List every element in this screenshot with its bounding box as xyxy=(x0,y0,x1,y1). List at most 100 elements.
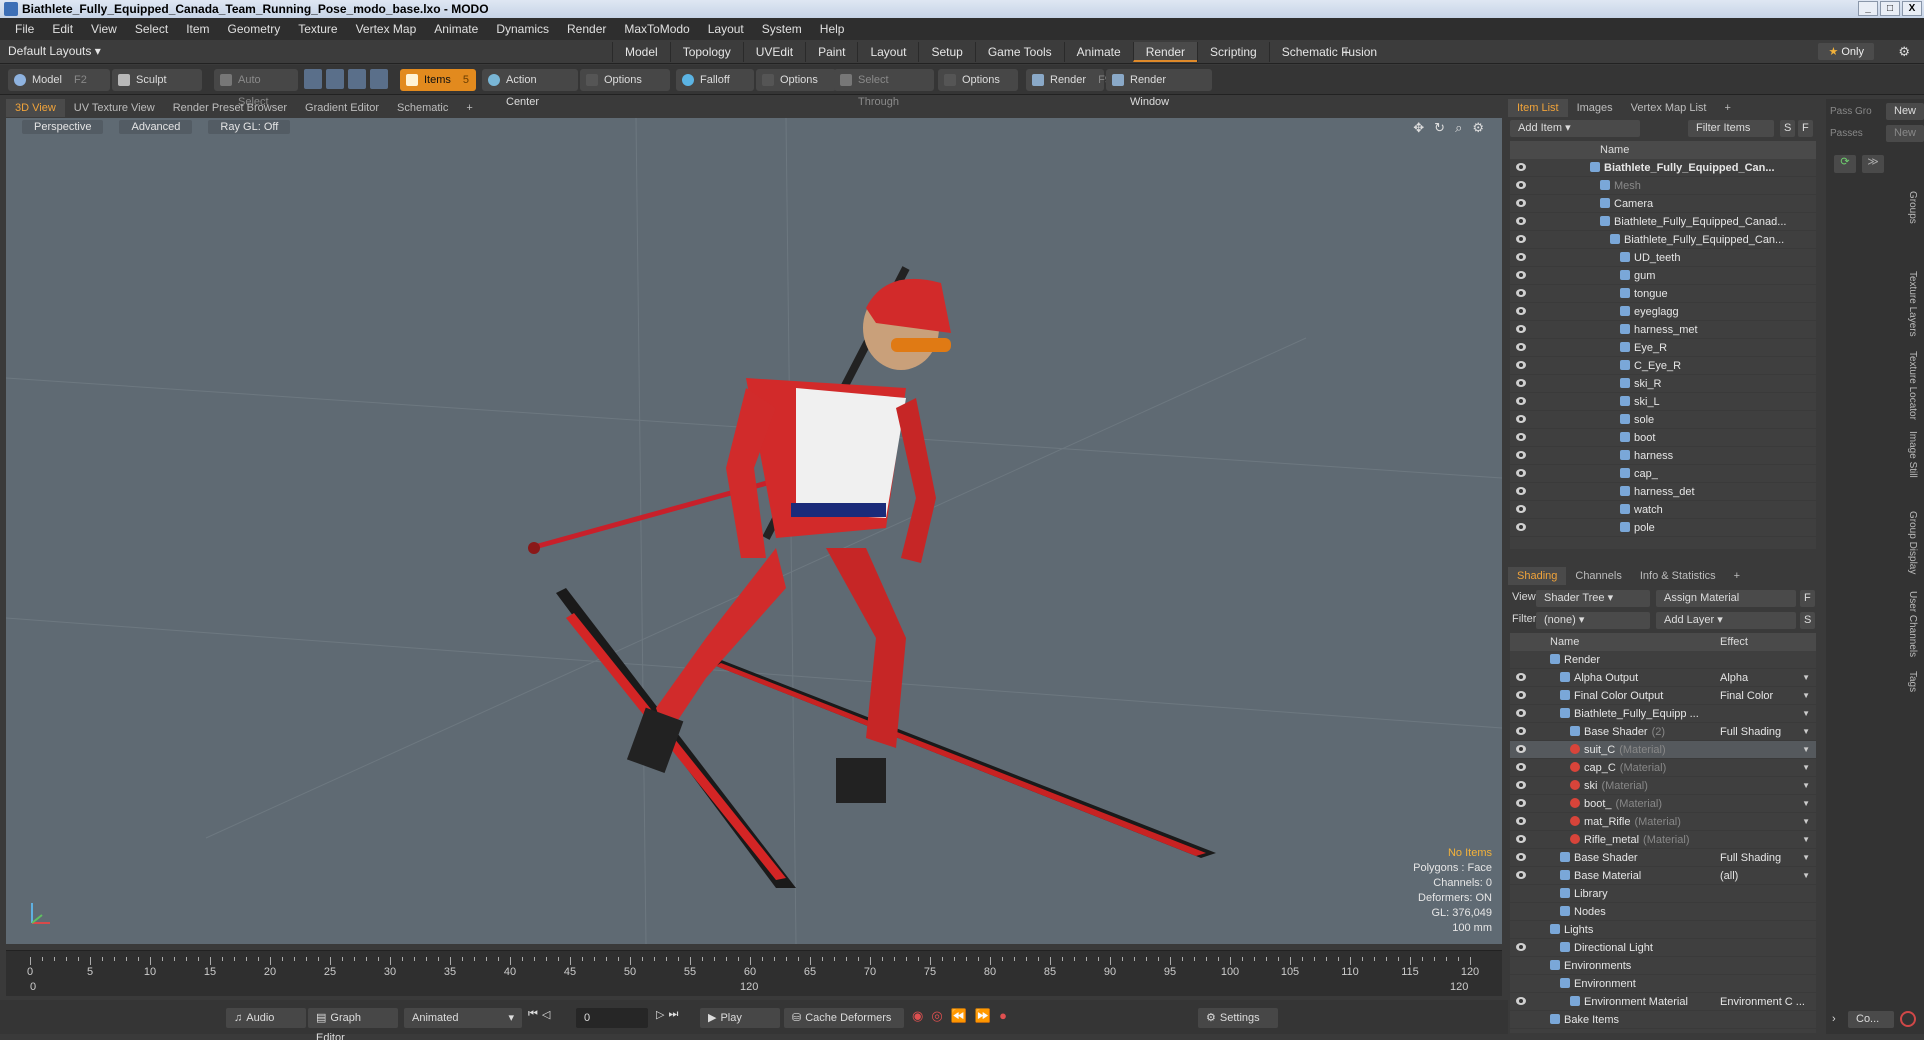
visibility-eye-icon[interactable] xyxy=(1516,781,1526,789)
graph-editor-button[interactable]: ▤ Graph Editor xyxy=(308,1008,398,1040)
item-list[interactable]: Name Biathlete_Fully_Equipped_Can... Mesh… xyxy=(1510,141,1816,549)
shader-row[interactable]: boot_ (Material) ▼ xyxy=(1510,795,1816,813)
side-tab-0[interactable]: Groups xyxy=(1902,191,1918,224)
visibility-eye-icon[interactable] xyxy=(1516,709,1526,717)
viewport-tab-4[interactable]: Schematic xyxy=(388,99,457,117)
new-pass-group-button[interactable]: New xyxy=(1886,103,1924,120)
key-prev-icon[interactable]: ⏪ xyxy=(951,1008,967,1024)
item-panel-tab-0[interactable]: Item List xyxy=(1508,99,1568,117)
shader-row[interactable]: Environment Material Environment C ... xyxy=(1510,993,1816,1011)
visibility-eye-icon[interactable] xyxy=(1516,199,1526,207)
layout-tab-layout[interactable]: Layout xyxy=(857,42,918,62)
menu-maxtomodo[interactable]: MaxToModo xyxy=(615,22,698,36)
layout-tab-scripting[interactable]: Scripting xyxy=(1197,42,1269,62)
shader-row[interactable]: Lights xyxy=(1510,921,1816,939)
item-row[interactable]: watch xyxy=(1510,501,1816,519)
visibility-eye-icon[interactable] xyxy=(1516,691,1526,699)
collapse-chevron-icon[interactable]: › xyxy=(1832,1013,1836,1025)
render-button[interactable]: Render F9 xyxy=(1026,69,1111,91)
animated-dropdown[interactable]: Animated ▾ xyxy=(404,1008,522,1028)
item-row[interactable]: Biathlete_Fully_Equipped_Can... xyxy=(1510,231,1816,249)
visibility-eye-icon[interactable] xyxy=(1516,163,1526,171)
visibility-eye-icon[interactable] xyxy=(1516,487,1526,495)
visibility-eye-icon[interactable] xyxy=(1516,451,1526,459)
audio-button[interactable]: ♫ Audio xyxy=(226,1008,306,1028)
shader-row[interactable]: Biathlete_Fully_Equipp ... ▼ xyxy=(1510,705,1816,723)
visibility-eye-icon[interactable] xyxy=(1516,235,1526,243)
item-row[interactable]: Camera xyxy=(1510,195,1816,213)
effect-dropdown-icon[interactable]: ▼ xyxy=(1802,723,1810,741)
layout-tab-topology[interactable]: Topology xyxy=(669,42,743,62)
layout-tab-model[interactable]: Model xyxy=(612,42,670,62)
menu-texture[interactable]: Texture xyxy=(289,22,346,36)
visibility-eye-icon[interactable] xyxy=(1516,835,1526,843)
menu-item[interactable]: Item xyxy=(177,22,218,36)
menu-animate[interactable]: Animate xyxy=(425,22,487,36)
action-center-options-button[interactable]: Options xyxy=(580,69,670,91)
layout-tab-game-tools[interactable]: Game Tools xyxy=(974,42,1064,62)
assign-material-button[interactable]: Assign Material xyxy=(1656,590,1796,607)
item-row[interactable]: boot xyxy=(1510,429,1816,447)
menu-file[interactable]: File xyxy=(6,22,43,36)
add-item-button[interactable]: Add Item ▾ xyxy=(1510,120,1640,137)
layout-tab-uvedit[interactable]: UVEdit xyxy=(742,42,805,62)
shader-row[interactable]: Base Material (all) ▼ xyxy=(1510,867,1816,885)
shader-row[interactable]: Base Shader Full Shading ▼ xyxy=(1510,849,1816,867)
layout-tab-schematic-fusion[interactable]: Schematic Fusion xyxy=(1268,42,1389,62)
effect-dropdown-icon[interactable]: ▼ xyxy=(1802,777,1810,795)
side-tab-1[interactable]: Texture Layers xyxy=(1902,271,1918,337)
effect-dropdown-icon[interactable]: ▼ xyxy=(1802,669,1810,687)
add-tab-icon[interactable]: + xyxy=(1342,44,1350,60)
visibility-eye-icon[interactable] xyxy=(1516,217,1526,225)
item-row[interactable]: harness xyxy=(1510,447,1816,465)
shading-f-button[interactable]: F xyxy=(1800,590,1815,607)
shading-panel-tab-0[interactable]: Shading xyxy=(1508,567,1567,585)
shader-row[interactable]: Environment xyxy=(1510,975,1816,993)
menu-select[interactable]: Select xyxy=(126,22,177,36)
viewport-tab-2[interactable]: Render Preset Browser xyxy=(164,99,296,117)
menu-edit[interactable]: Edit xyxy=(43,22,82,36)
shading-panel-tab-1[interactable]: Channels xyxy=(1566,567,1630,585)
effect-dropdown-icon[interactable]: ▼ xyxy=(1802,831,1810,849)
action-center-button[interactable]: Action Center xyxy=(482,69,578,108)
shading-panel-tab-3[interactable]: + xyxy=(1725,567,1749,585)
shader-row[interactable]: mat_Rifle (Material) ▼ xyxy=(1510,813,1816,831)
side-tab-3[interactable]: Image Still xyxy=(1902,431,1918,478)
refresh-icon[interactable]: ⟳ xyxy=(1834,155,1856,173)
select-through-options-button[interactable]: Options xyxy=(938,69,1018,91)
auto-select-button[interactable]: Auto Select xyxy=(214,69,298,108)
shader-row[interactable]: Base Shader (2) Full Shading ▼ xyxy=(1510,723,1816,741)
shader-row[interactable]: Directional Light xyxy=(1510,939,1816,957)
item-row[interactable]: UD_teeth xyxy=(1510,249,1816,267)
shader-row[interactable]: Final Color Output Final Color ▼ xyxy=(1510,687,1816,705)
vertex-mode-icon[interactable] xyxy=(304,69,322,89)
visibility-eye-icon[interactable] xyxy=(1516,361,1526,369)
default-layouts-dropdown[interactable]: Default Layouts ▾ xyxy=(8,44,101,58)
gear-icon[interactable]: ⚙ xyxy=(1898,44,1910,60)
shader-row[interactable]: Environments xyxy=(1510,957,1816,975)
sculpt-button[interactable]: Sculpt xyxy=(112,69,202,91)
timeline[interactable]: 0 120 120 0 5 10 15 20 25 30 35 40 45 50 55 60 65 70 75… xyxy=(6,950,1502,996)
effect-dropdown-icon[interactable]: ▼ xyxy=(1802,813,1810,831)
visibility-eye-icon[interactable] xyxy=(1516,523,1526,531)
shader-row[interactable]: suit_C (Material) ▼ xyxy=(1510,741,1816,759)
shader-row[interactable]: Rifle_metal (Material) ▼ xyxy=(1510,831,1816,849)
menu-system[interactable]: System xyxy=(753,22,811,36)
visibility-eye-icon[interactable] xyxy=(1516,325,1526,333)
shader-row[interactable]: Render xyxy=(1510,651,1816,669)
select-through-button[interactable]: Select Through xyxy=(834,69,934,108)
item-row[interactable]: Mesh xyxy=(1510,177,1816,195)
layout-tab-render[interactable]: Render xyxy=(1132,42,1198,62)
effect-dropdown-icon[interactable]: ▼ xyxy=(1802,687,1810,705)
shader-row[interactable]: Alpha Output Alpha ▼ xyxy=(1510,669,1816,687)
shader-tree[interactable]: Name Effect Render Alpha Output Alpha ▼ Fina… xyxy=(1510,633,1816,1033)
item-row[interactable]: eyeglagg xyxy=(1510,303,1816,321)
menu-view[interactable]: View xyxy=(82,22,126,36)
layout-tab-setup[interactable]: Setup xyxy=(918,42,974,62)
new-pass-button[interactable]: New xyxy=(1886,125,1924,142)
shader-row[interactable]: Nodes xyxy=(1510,903,1816,921)
effect-dropdown-icon[interactable]: ▼ xyxy=(1802,759,1810,777)
settings-button[interactable]: ⚙ Settings xyxy=(1198,1008,1278,1028)
item-panel-tab-1[interactable]: Images xyxy=(1568,99,1622,117)
frame-field[interactable]: 0 xyxy=(576,1008,648,1028)
